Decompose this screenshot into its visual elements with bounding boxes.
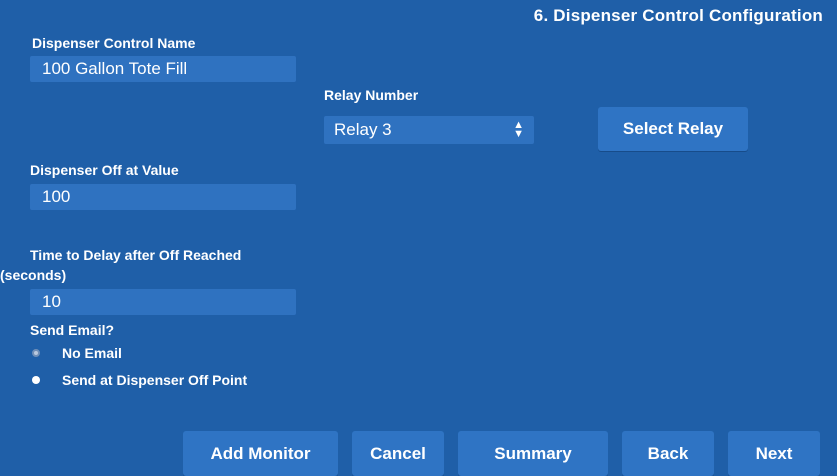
delay-label-line1: Time to Delay after Off Reached xyxy=(30,247,242,263)
next-button[interactable]: Next xyxy=(728,431,820,476)
radio-send-at-off-point[interactable]: Send at Dispenser Off Point xyxy=(32,372,247,388)
radio-no-email-label: No Email xyxy=(62,345,122,361)
delay-label-line2: (seconds) xyxy=(0,267,67,283)
radio-selected-icon xyxy=(32,376,40,384)
radio-unselected-icon xyxy=(32,349,40,357)
relay-number-value: Relay 3 xyxy=(334,120,392,139)
relay-number-label: Relay Number xyxy=(324,87,419,103)
page-title: 6. Dispenser Control Configuration xyxy=(533,6,823,25)
delay-seconds-field[interactable]: 10 xyxy=(30,289,296,315)
dispenser-name-label: Dispenser Control Name xyxy=(32,35,196,51)
back-button[interactable]: Back xyxy=(622,431,714,476)
off-value-label: Dispenser Off at Value xyxy=(30,162,179,178)
add-monitor-button[interactable]: Add Monitor xyxy=(183,431,338,476)
radio-no-email[interactable]: No Email xyxy=(32,345,122,361)
cancel-button[interactable]: Cancel xyxy=(352,431,444,476)
summary-button[interactable]: Summary xyxy=(458,431,608,476)
off-value-field[interactable]: 100 xyxy=(30,184,296,210)
send-email-label: Send Email? xyxy=(30,322,115,338)
radio-send-at-off-point-label: Send at Dispenser Off Point xyxy=(62,372,248,388)
select-relay-button[interactable]: Select Relay xyxy=(598,107,748,151)
relay-number-select[interactable]: Relay 3 ▲ ▼ xyxy=(324,116,534,144)
dispenser-name-field[interactable]: 100 Gallon Tote Fill xyxy=(30,56,296,82)
select-arrows-icon: ▲ ▼ xyxy=(513,119,524,140)
